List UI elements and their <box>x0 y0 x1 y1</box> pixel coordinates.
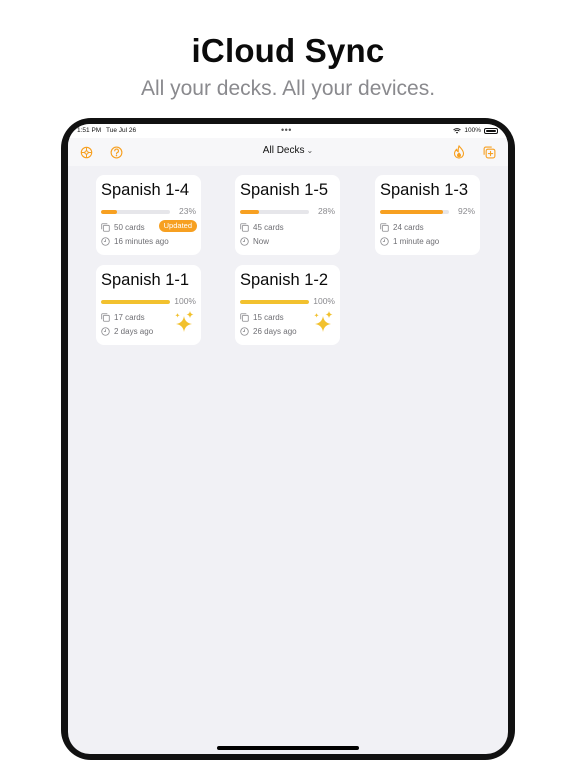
progress-percent: 23% <box>178 206 196 216</box>
deck-card[interactable]: Spanish 1-5 28% 45 cards Now <box>235 175 340 255</box>
progress-fill <box>101 210 117 214</box>
last-studied-row: 16 minutes ago <box>101 237 169 246</box>
status-time: 1:51 PM <box>77 127 102 134</box>
ipad-screen: 1:51 PM Tue Jul 26 ••• 100% All Decks ⌄ … <box>68 124 508 754</box>
cards-icon <box>240 223 249 232</box>
clock-icon <box>240 327 249 336</box>
progress-percent: 100% <box>313 296 335 306</box>
cards-icon <box>101 313 110 322</box>
last-studied-row: 26 days ago <box>240 327 297 336</box>
progress-percent: 100% <box>174 296 196 306</box>
nav-bar: All Decks ⌄ <box>68 138 508 166</box>
card-count: 24 cards <box>393 223 424 232</box>
status-date: Tue Jul 26 <box>106 127 137 134</box>
deck-title: Spanish 1-4 <box>101 181 190 199</box>
progress-fill <box>240 210 260 214</box>
battery-icon <box>484 127 498 134</box>
progress-fill <box>380 210 444 214</box>
deck-title: Spanish 1-1 <box>101 271 190 289</box>
deck-card[interactable]: Spanish 1-3 92% 24 cards 1 minute ago <box>375 175 480 255</box>
all-decks-dropdown[interactable]: All Decks ⌄ <box>248 145 328 156</box>
updated-badge: Updated <box>158 220 197 232</box>
headline: iCloud Sync <box>191 32 385 69</box>
last-studied: 2 days ago <box>114 327 154 336</box>
settings-icon[interactable] <box>78 144 94 160</box>
last-studied: 1 minute ago <box>393 237 440 246</box>
wifi-icon <box>453 127 462 134</box>
deck-card[interactable]: Spanish 1-4 23% 50 cards Updated 16 minu… <box>96 175 201 255</box>
last-studied: Now <box>253 237 270 246</box>
subhead: All your decks. All your devices. <box>140 77 436 100</box>
new-deck-icon[interactable] <box>481 144 497 160</box>
cards-icon <box>380 223 389 232</box>
progress-bar <box>380 210 449 214</box>
clock-icon <box>240 237 249 246</box>
help-icon[interactable] <box>108 144 124 160</box>
last-studied-row: 1 minute ago <box>380 237 439 246</box>
sparkle-icon <box>175 311 194 332</box>
multitasking-dots-icon[interactable]: ••• <box>281 125 292 135</box>
progress-bar <box>240 300 309 304</box>
nav-title-label: All Decks <box>262 145 305 156</box>
progress-bar <box>101 300 170 304</box>
cards-icon <box>101 223 110 232</box>
last-studied-row: 2 days ago <box>101 327 153 336</box>
card-count-row: 24 cards <box>380 223 424 232</box>
progress-percent: 92% <box>457 206 475 216</box>
card-count-row: 50 cards <box>101 223 145 232</box>
progress-percent: 28% <box>317 206 335 216</box>
status-right: 100% <box>453 127 498 134</box>
deck-title: Spanish 1-3 <box>380 181 469 199</box>
clock-icon <box>380 237 389 246</box>
card-count: 45 cards <box>253 223 284 232</box>
deck-title: Spanish 1-2 <box>240 271 329 289</box>
card-count-row: 17 cards <box>101 313 145 322</box>
card-count: 17 cards <box>114 313 145 322</box>
card-count: 50 cards <box>114 223 145 232</box>
card-count: 15 cards <box>253 313 284 322</box>
flame-icon[interactable] <box>451 144 467 160</box>
deck-card[interactable]: Spanish 1-1 100% 17 cards 2 days ago <box>96 265 201 345</box>
clock-icon <box>101 237 110 246</box>
card-count-row: 45 cards <box>240 223 284 232</box>
last-studied-row: Now <box>240 237 269 246</box>
card-count-row: 15 cards <box>240 313 284 322</box>
battery-percent: 100% <box>464 127 481 134</box>
progress-bar <box>240 210 309 214</box>
last-studied: 26 days ago <box>253 327 297 336</box>
cards-icon <box>240 313 249 322</box>
last-studied: 16 minutes ago <box>114 237 169 246</box>
chevron-down-icon: ⌄ <box>306 146 314 155</box>
progress-fill <box>240 300 309 304</box>
home-indicator[interactable] <box>217 746 359 750</box>
deck-card[interactable]: Spanish 1-2 100% 15 cards 26 days ago <box>235 265 340 345</box>
sparkle-icon <box>314 311 333 332</box>
status-bar: 1:51 PM Tue Jul 26 ••• 100% <box>68 124 508 138</box>
clock-icon <box>101 327 110 336</box>
progress-bar <box>101 210 170 214</box>
deck-title: Spanish 1-5 <box>240 181 329 199</box>
progress-fill <box>101 300 170 304</box>
